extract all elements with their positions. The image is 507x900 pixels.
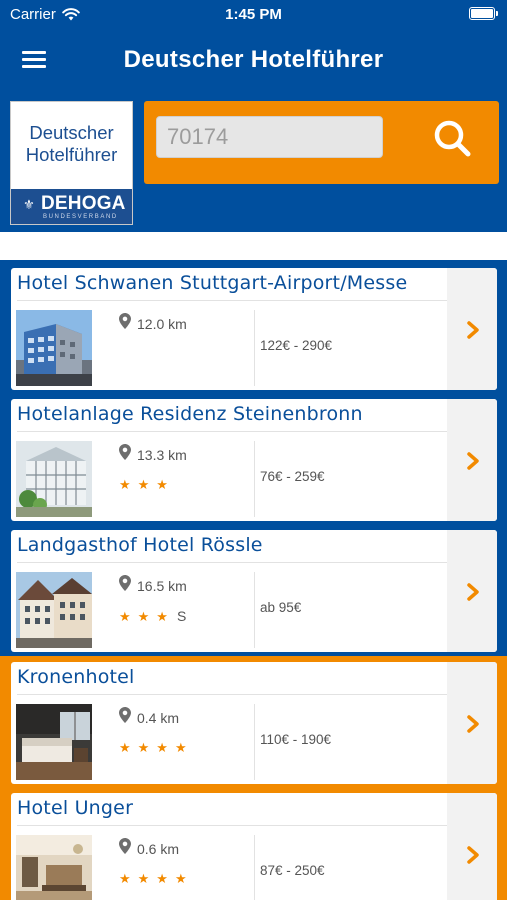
divider [17, 562, 447, 563]
hotel-distance: 16.5 km [137, 578, 187, 594]
chevron-right-icon [467, 846, 479, 864]
hotel-photo [16, 572, 92, 648]
status-bar: Carrier 1:45 PM [0, 0, 507, 30]
dehoga-label: DEHOGA [41, 193, 126, 214]
hotel-name: Hotel Schwanen Stuttgart-Airport/Messe [17, 272, 408, 294]
hotel-name: Landgasthof Hotel Rössle [17, 534, 263, 556]
open-hotel-button[interactable] [447, 662, 497, 784]
location-pin-icon [119, 444, 131, 460]
star-suffix: S [176, 608, 187, 624]
star-rating: ★★★★ [119, 871, 194, 887]
divider [254, 572, 255, 648]
hotel-price: 76€ - 259€ [260, 469, 325, 484]
divider [17, 825, 447, 826]
navigation-bar: Deutscher Hotelführer [0, 30, 507, 94]
divider [254, 441, 255, 517]
hotel-price: 110€ - 190€ [260, 732, 332, 747]
hotel-distance: 0.4 km [137, 710, 180, 726]
hotel-name: Hotel Unger [17, 797, 134, 819]
divider [254, 835, 255, 900]
divider [17, 694, 447, 695]
open-hotel-button[interactable] [447, 399, 497, 521]
logo-wordmark: Deutscher Hotelführer [11, 122, 132, 166]
hotel-photo [16, 310, 92, 386]
divider [254, 704, 255, 780]
logo-line-1: Deutscher [29, 122, 114, 143]
search-input[interactable] [156, 116, 383, 158]
star-icons: ★★★★ [119, 871, 194, 886]
hotel-photo [16, 704, 92, 780]
location-pin-icon [119, 707, 131, 723]
hotel-distance: 13.3 km [137, 447, 187, 463]
location-pin-icon [119, 838, 131, 854]
star-icons: ★★★★ [119, 740, 194, 755]
hotel-distance: 0.6 km [137, 841, 180, 857]
divider [0, 232, 507, 260]
logo-line-2: Hotelführer [25, 144, 118, 165]
open-hotel-button[interactable] [447, 793, 497, 900]
chevron-right-icon [467, 583, 479, 601]
hotel-name: Hotelanlage Residenz Steinenbronn [17, 403, 363, 425]
star-icons: ★★★ [119, 609, 175, 624]
hotel-name: Kronenhotel [17, 666, 135, 688]
hotel-card[interactable]: Hotel Schwanen Stuttgart-Airport/Messe 1… [11, 268, 497, 390]
chevron-right-icon [467, 452, 479, 470]
hotelfuehrer-logo: Deutscher Hotelführer ⚜ DEHOGA BUNDESVER… [10, 101, 133, 225]
open-hotel-button[interactable] [447, 530, 497, 652]
hotel-distance: 12.0 km [137, 316, 187, 332]
search-icon [434, 120, 471, 157]
hotel-card[interactable]: Kronenhotel 0.4 km ★★★★ 110€ - 190€ [11, 662, 497, 784]
star-rating: ★★★ [119, 477, 175, 493]
hotel-price: 87€ - 250€ [260, 863, 325, 878]
search-panel [144, 101, 499, 184]
chevron-right-icon [467, 321, 479, 339]
dehoga-subtitle: BUNDESVERBAND [43, 214, 118, 220]
location-pin-icon [119, 575, 131, 591]
hotel-card[interactable]: Landgasthof Hotel Rössle 16.5 km ★★★ S ab… [11, 530, 497, 652]
dehoga-emblem-icon: ⚜ [23, 197, 35, 212]
location-pin-icon [119, 313, 131, 329]
star-icons: ★★★ [119, 477, 175, 492]
divider [254, 310, 255, 386]
star-rating: ★★★★ [119, 740, 194, 756]
star-rating: ★★★ S [119, 608, 186, 625]
dehoga-badge: ⚜ DEHOGA BUNDESVERBAND [11, 189, 132, 224]
divider [17, 300, 447, 301]
chevron-right-icon [467, 715, 479, 733]
search-button[interactable] [429, 115, 477, 163]
divider [17, 431, 447, 432]
hotel-price: ab 95€ [260, 600, 302, 615]
hotel-price: 122€ - 290€ [260, 338, 333, 353]
page-title: Deutscher Hotelführer [123, 46, 384, 73]
clock: 1:45 PM [225, 6, 282, 23]
hotel-card[interactable]: Hotel Unger 0.6 km ★★★★ 87€ - 250€ [11, 793, 497, 900]
hotel-photo [16, 441, 92, 517]
hotel-photo [16, 835, 92, 900]
open-hotel-button[interactable] [447, 268, 497, 390]
battery-icon [469, 7, 498, 20]
hotel-card[interactable]: Hotelanlage Residenz Steinenbronn 13.3 k… [11, 399, 497, 521]
